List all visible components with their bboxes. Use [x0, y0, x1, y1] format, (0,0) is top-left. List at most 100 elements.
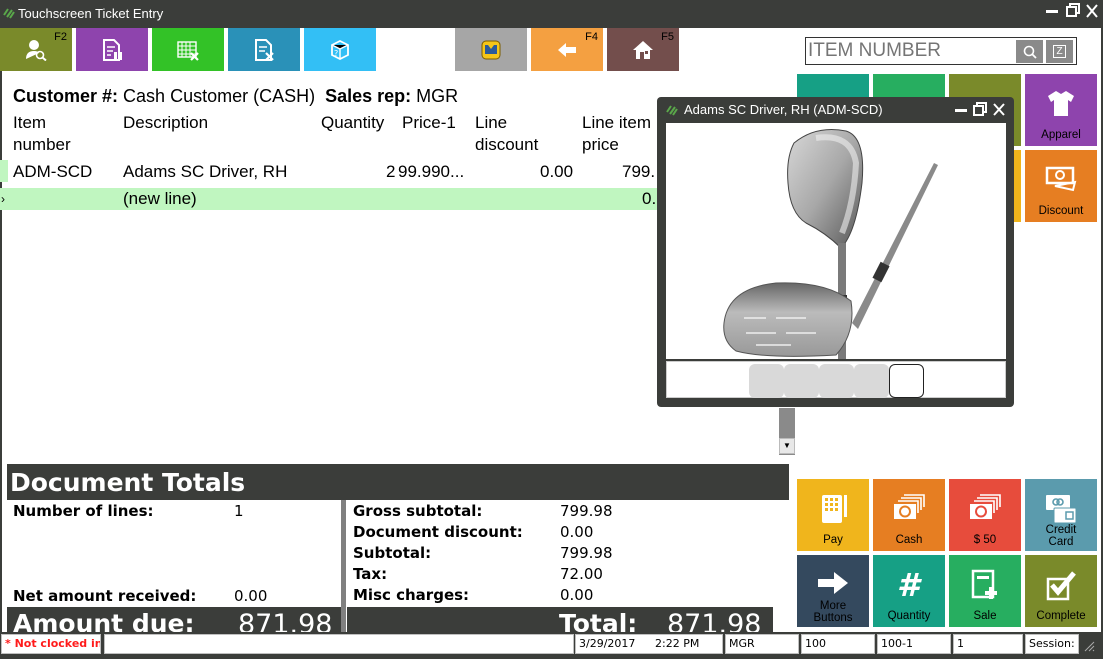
tile-label: More Buttons — [813, 600, 853, 624]
search-icon — [1023, 45, 1037, 59]
header-line: Item — [13, 113, 47, 132]
tile-label: Quantity — [887, 610, 931, 622]
header-line: Line item — [582, 113, 651, 132]
status-station: 100-1 — [877, 634, 951, 654]
back-button[interactable]: F4 — [531, 28, 603, 71]
thumbnail[interactable] — [854, 364, 889, 398]
document-totals-heading: Document Totals — [7, 464, 789, 500]
table-x-icon — [177, 40, 199, 61]
box-question-icon: ? — [331, 39, 349, 60]
popup-close-button[interactable] — [993, 103, 1005, 121]
zoom-lookup-button[interactable]: Z — [1046, 40, 1073, 63]
status-user: MGR — [725, 634, 799, 654]
tile-50-button[interactable]: $ 50 — [949, 479, 1021, 551]
hold-ticket-button[interactable] — [76, 28, 148, 71]
golf-driver-image — [723, 129, 938, 359]
thumbnail[interactable] — [749, 364, 784, 398]
product-image — [666, 123, 1006, 359]
col-header-quantity[interactable]: Quantity — [321, 112, 384, 134]
subtotal-value: 799.98 — [560, 544, 613, 562]
close-icon — [1086, 4, 1098, 18]
resize-grip-icon[interactable] — [1083, 640, 1095, 652]
col-header-description[interactable]: Description — [123, 112, 208, 134]
misc-label: Misc charges: — [353, 586, 470, 604]
close-icon — [993, 103, 1005, 116]
cell-quantity: 2 — [386, 162, 396, 181]
table-row[interactable]: ADM-SCD Adams SC Driver, RH 2 99.990... … — [2, 161, 662, 183]
item-number-input[interactable] — [808, 40, 1014, 62]
search-button[interactable] — [1016, 40, 1043, 63]
user-search-icon — [26, 39, 47, 61]
hash-icon: # — [873, 569, 945, 599]
open-drawer-button[interactable] — [455, 28, 527, 71]
col-header-price[interactable]: Price-1 — [402, 112, 456, 134]
void-grid-button[interactable] — [152, 28, 224, 71]
scroll-down-button[interactable]: ▼ — [779, 438, 795, 454]
header-line: discount — [475, 135, 539, 154]
tile-label: $ 50 — [973, 534, 997, 546]
tile-cash-button[interactable]: Cash — [873, 479, 945, 551]
tile-quantity-button[interactable]: # Quantity — [873, 555, 945, 627]
arrow-down-icon: ▼ — [783, 441, 791, 450]
tile-label: Credit Card — [1045, 524, 1077, 548]
status-time: 2:22 PM — [655, 637, 700, 650]
tile-complete-button[interactable]: Complete — [1025, 555, 1097, 627]
minimize-button[interactable] — [1046, 3, 1058, 23]
app-logo-icon — [666, 105, 678, 116]
total-value: 871.98 — [667, 609, 762, 632]
window-title: Touchscreen Ticket Entry — [18, 6, 164, 21]
tile-label: Sale — [973, 610, 997, 622]
subtotal-label: Subtotal: — [353, 544, 432, 562]
item-lookup-button[interactable]: ? — [304, 28, 376, 71]
status-message — [104, 634, 574, 654]
tile-discount-button[interactable]: Discount — [1025, 150, 1097, 222]
tax-value: 72.00 — [560, 565, 603, 583]
tile-label: Discount — [1038, 205, 1084, 217]
tile-apparel-button[interactable]: Apparel — [1025, 74, 1097, 146]
app-window: Touchscreen Ticket Entry F2 ? F4 F5 ITEM… — [0, 0, 1103, 659]
customer-lookup-button[interactable]: F2 — [0, 28, 72, 71]
amount-due-label: Amount due: — [13, 609, 195, 632]
restore-button[interactable] — [1066, 3, 1080, 23]
net-received-label: Net amount received: — [13, 587, 197, 605]
col-header-item-number[interactable]: Item number — [13, 112, 71, 156]
number-of-lines-value: 1 — [234, 502, 244, 520]
col-header-line-discount[interactable]: Line discount — [475, 112, 538, 156]
sales-rep-value[interactable]: MGR — [416, 86, 458, 106]
thumbnail[interactable] — [784, 364, 819, 398]
tile-sale-button[interactable]: Sale — [949, 555, 1021, 627]
tile-pay-button[interactable]: Pay — [797, 479, 869, 551]
cash-icon — [949, 493, 1021, 523]
app-logo-icon — [3, 8, 15, 19]
tile-more-buttons-button[interactable]: More Buttons — [797, 555, 869, 627]
col-header-line-item-price[interactable]: Line item price — [582, 112, 651, 156]
restore-icon — [973, 102, 987, 116]
table-row-new[interactable]: › (new line) 0. — [0, 188, 660, 210]
tile-label: Cash — [895, 534, 923, 546]
doc-discount-value: 0.00 — [560, 523, 594, 541]
customer-value[interactable]: Cash Customer (CASH) — [123, 86, 315, 106]
amount-due-value: 871.98 — [238, 609, 333, 632]
popup-restore-button[interactable] — [973, 102, 987, 121]
misc-value: 0.00 — [560, 586, 594, 604]
sale-doc-icon — [949, 569, 1021, 601]
cancel-ticket-button[interactable] — [228, 28, 300, 71]
tax-label: Tax: — [353, 565, 388, 583]
fkey-label: F4 — [585, 31, 598, 43]
doc-discount-label: Document discount: — [353, 523, 523, 541]
svg-text:#: # — [897, 569, 922, 599]
popup-minimize-button[interactable] — [955, 103, 967, 121]
status-drawer: 1 — [953, 634, 1023, 654]
gross-subtotal-value: 799.98 — [560, 502, 613, 520]
z-label: Z — [1053, 45, 1066, 58]
close-button[interactable] — [1086, 3, 1098, 23]
number-of-lines-label: Number of lines: — [13, 502, 154, 520]
home-button[interactable]: F5 — [607, 28, 679, 71]
status-store: 100 — [801, 634, 875, 654]
date-time: 3/29/2017 2:22 PM — [575, 634, 723, 654]
customer-label: Customer #: — [13, 86, 119, 106]
thumbnail[interactable] — [819, 364, 854, 398]
thumbnail-selected[interactable] — [889, 364, 924, 398]
tile-credit-card-button[interactable]: Credit Card — [1025, 479, 1097, 551]
sales-rep-label: Sales rep: — [325, 86, 412, 106]
